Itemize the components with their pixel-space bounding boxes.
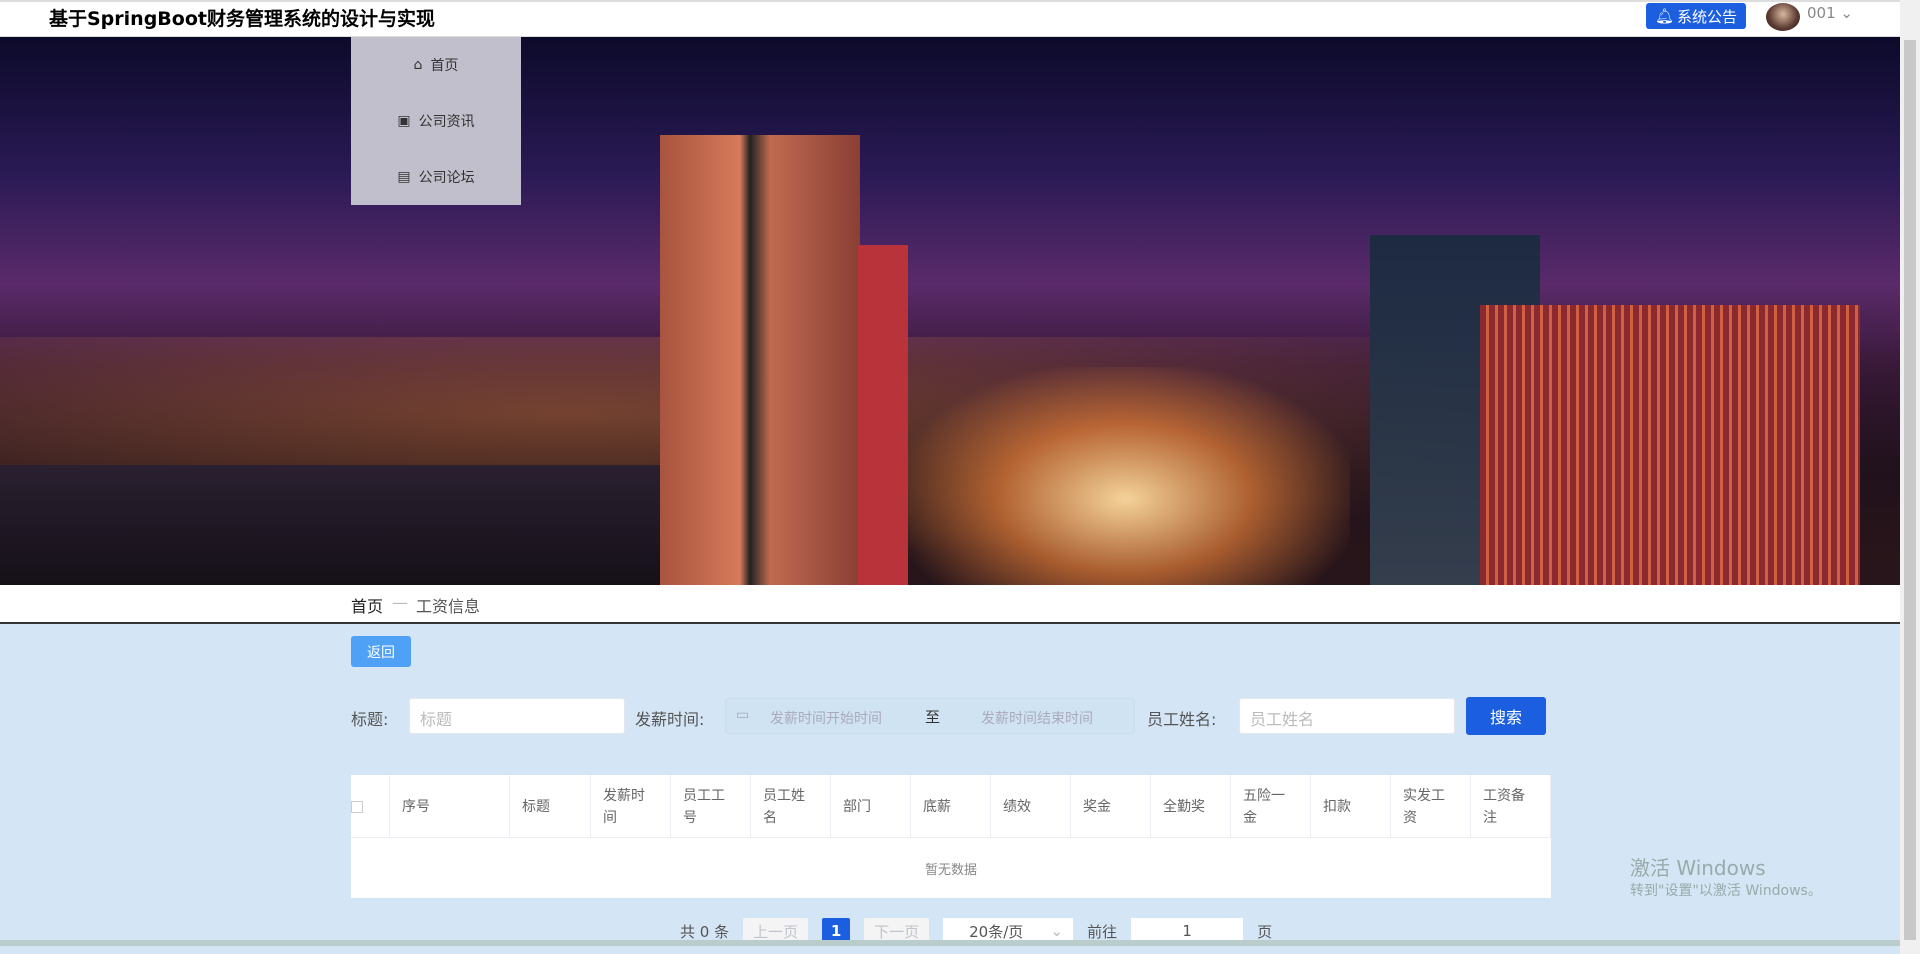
- nav-item-news[interactable]: ▣公司资讯: [351, 93, 521, 149]
- calendar-icon: ▭: [736, 707, 749, 723]
- column-header: 绩效: [991, 775, 1071, 838]
- total-count: 共 0 条: [680, 921, 729, 942]
- highway-glow: [900, 367, 1350, 585]
- column-header: 标题: [510, 775, 591, 838]
- system-notice-button[interactable]: 🔔︎系统公告: [1646, 3, 1746, 29]
- breadcrumb-home[interactable]: 首页: [351, 593, 383, 617]
- column-header: 五险一金: [1231, 775, 1311, 838]
- bell-icon: 🔔︎: [1655, 7, 1674, 25]
- column-header: 实发工资: [1391, 775, 1471, 838]
- windows-activation-hint: 转到"设置"以激活 Windows。: [1630, 880, 1822, 900]
- notice-label: 系统公告: [1677, 6, 1737, 27]
- news-icon: ▣: [397, 113, 410, 129]
- building: [858, 245, 908, 585]
- salary-table: 序号标题发薪时间员工工号员工姓名部门底薪绩效奖金全勤奖五险一金扣款实发工资工资备…: [351, 775, 1551, 898]
- search-button[interactable]: 搜索: [1466, 697, 1546, 735]
- page-unit: 页: [1257, 921, 1272, 942]
- chevron-down-icon: ⌄: [1840, 4, 1853, 22]
- column-header: 员工姓名: [751, 775, 831, 838]
- back-button[interactable]: 返回: [351, 636, 411, 667]
- horizontal-scrollbar[interactable]: [0, 940, 1900, 946]
- user-menu[interactable]: 001 ⌄: [1807, 4, 1853, 22]
- title-input[interactable]: 标题: [409, 698, 625, 734]
- windows-activation-watermark: 激活 Windows: [1630, 852, 1766, 881]
- nav-item-forum[interactable]: ▤公司论坛: [351, 149, 521, 205]
- building: [660, 135, 860, 585]
- breadcrumb-current: 工资信息: [416, 593, 480, 617]
- date-label: 发薪时间:: [635, 706, 704, 730]
- column-header: 扣款: [1311, 775, 1391, 838]
- column-header: 底薪: [911, 775, 991, 838]
- column-header: 奖金: [1071, 775, 1151, 838]
- date-range-picker[interactable]: ▭ 发薪时间开始时间 至 发薪时间结束时间: [725, 698, 1135, 734]
- breadcrumb: 首页 — 工资信息: [0, 585, 1900, 624]
- select-all-checkbox[interactable]: [351, 775, 390, 838]
- column-header: 全勤奖: [1151, 775, 1231, 838]
- date-range-separator: 至: [925, 706, 940, 727]
- username: 001: [1807, 4, 1836, 22]
- nav-menu: ⌂首页 ▣公司资讯 ▤公司论坛: [351, 37, 521, 205]
- banner-image: [0, 37, 1900, 585]
- scrollbar-thumb[interactable]: [1904, 40, 1916, 940]
- city-ground: [0, 465, 660, 585]
- avatar[interactable]: [1766, 3, 1800, 31]
- table-header: 序号标题发薪时间员工工号员工姓名部门底薪绩效奖金全勤奖五险一金扣款实发工资工资备…: [351, 775, 1551, 838]
- column-header: 发薪时间: [591, 775, 671, 838]
- chevron-down-icon: ⌄: [1051, 922, 1064, 940]
- forum-icon: ▤: [397, 169, 410, 185]
- name-input[interactable]: 员工姓名: [1239, 698, 1455, 734]
- column-header: 工资备注: [1471, 775, 1551, 838]
- column-header: 序号: [390, 775, 510, 838]
- nav-item-home[interactable]: ⌂首页: [351, 37, 521, 93]
- building: [1480, 305, 1860, 585]
- title-label: 标题:: [351, 706, 388, 730]
- home-icon: ⌂: [414, 57, 423, 73]
- app-title: 基于SpringBoot财务管理系统的设计与实现: [49, 4, 435, 31]
- breadcrumb-separator: —: [392, 593, 408, 612]
- date-end-input[interactable]: 发薪时间结束时间: [981, 708, 1093, 728]
- column-header: 部门: [831, 775, 911, 838]
- empty-text: 暂无数据: [351, 838, 1551, 898]
- date-start-input[interactable]: 发薪时间开始时间: [770, 708, 882, 728]
- column-header: 员工工号: [671, 775, 751, 838]
- top-header: 基于SpringBoot财务管理系统的设计与实现 🔔︎系统公告 001 ⌄: [0, 0, 1900, 37]
- name-label: 员工姓名:: [1147, 706, 1216, 730]
- goto-label: 前往: [1087, 921, 1117, 942]
